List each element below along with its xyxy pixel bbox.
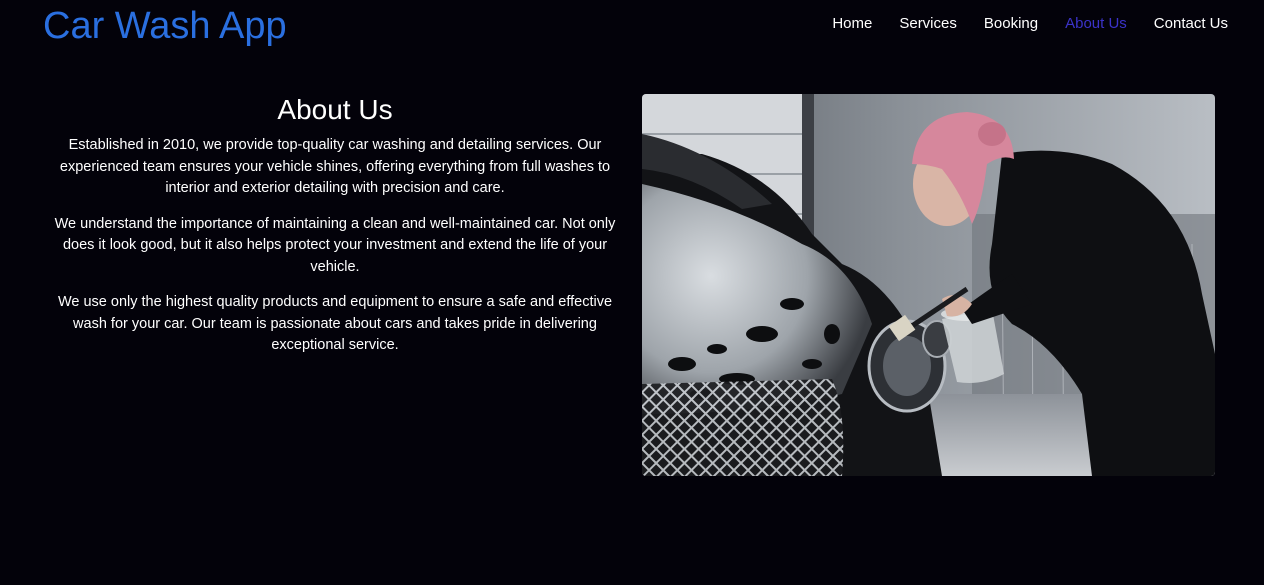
car-wash-photo	[642, 94, 1215, 476]
brand-logo-link[interactable]: Car Wash App	[43, 4, 287, 48]
about-paragraph-1: Established in 2010, we provide top-qual…	[59, 137, 611, 196]
about-title: About Us	[277, 94, 393, 125]
nav-link-contact-us[interactable]: Contact Us	[1154, 14, 1228, 34]
nav-link-services[interactable]: Services	[899, 14, 957, 34]
nav-link-booking[interactable]: Booking	[984, 14, 1038, 34]
main-nav: Home Services Booking About Us Contact U…	[832, 14, 1228, 34]
about-paragraph-3: We use only the highest quality products…	[57, 294, 613, 353]
nav-link-about-us[interactable]: About Us	[1065, 14, 1127, 34]
nav-link-home[interactable]: Home	[832, 14, 872, 34]
site-header: Car Wash App Home Services Booking About…	[0, 0, 1264, 56]
about-paragraph-2: We understand the importance of maintain…	[54, 215, 616, 275]
about-section: About Us Established in 2010, we provide…	[52, 92, 618, 371]
